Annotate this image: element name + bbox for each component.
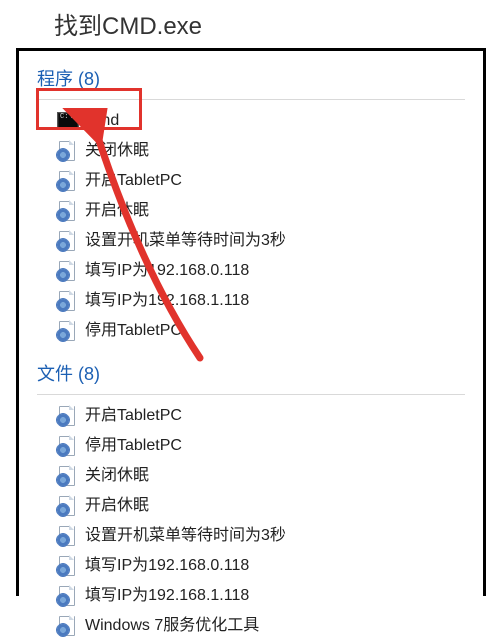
search-results-window: 程序 (8) cmd 关闭休眠 开启TabletPC 开启休眠 设置开机菜单等待…: [16, 48, 486, 596]
settings-file-icon: [57, 141, 75, 161]
settings-file-icon: [57, 496, 75, 516]
result-item[interactable]: 开启休眠: [19, 196, 483, 226]
result-label: 设置开机菜单等待时间为3秒: [85, 230, 286, 252]
result-item[interactable]: 开启TabletPC: [19, 401, 483, 431]
settings-file-icon: [57, 616, 75, 636]
result-item[interactable]: 设置开机菜单等待时间为3秒: [19, 226, 483, 256]
result-label: 开启休眠: [85, 495, 149, 517]
result-label: 停用TabletPC: [85, 320, 182, 342]
result-label: 填写IP为192.168.1.118: [85, 585, 249, 607]
section-header-files: 文件 (8): [19, 346, 483, 392]
settings-file-icon: [57, 321, 75, 341]
result-label: 设置开机菜单等待时间为3秒: [85, 525, 286, 547]
result-item[interactable]: 填写IP为192.168.1.118: [19, 286, 483, 316]
instruction-caption: 找到CMD.exe: [0, 0, 500, 51]
result-item[interactable]: Windows 7服务优化工具: [19, 611, 483, 641]
result-label: 开启休眠: [85, 200, 149, 222]
settings-file-icon: [57, 201, 75, 221]
result-label: 填写IP为192.168.0.118: [85, 260, 249, 282]
result-label: 关闭休眠: [85, 140, 149, 162]
settings-file-icon: [57, 291, 75, 311]
result-label: Windows 7服务优化工具: [85, 615, 259, 637]
settings-file-icon: [57, 556, 75, 576]
result-item[interactable]: 设置开机菜单等待时间为3秒: [19, 521, 483, 551]
settings-file-icon: [57, 406, 75, 426]
result-item[interactable]: 填写IP为192.168.0.118: [19, 551, 483, 581]
settings-file-icon: [57, 586, 75, 606]
result-label: 停用TabletPC: [85, 435, 182, 457]
result-item[interactable]: 开启休眠: [19, 491, 483, 521]
result-label: cmd: [89, 110, 119, 132]
result-label: 关闭休眠: [85, 465, 149, 487]
result-item[interactable]: 填写IP为192.168.1.118: [19, 581, 483, 611]
result-item-cmd[interactable]: cmd: [19, 106, 483, 136]
section-header-programs: 程序 (8): [19, 57, 483, 97]
settings-file-icon: [57, 526, 75, 546]
settings-file-icon: [57, 171, 75, 191]
settings-file-icon: [57, 466, 75, 486]
divider: [37, 99, 465, 100]
result-label: 填写IP为192.168.1.118: [85, 290, 249, 312]
result-item[interactable]: 关闭休眠: [19, 461, 483, 491]
result-label: 开启TabletPC: [85, 170, 182, 192]
result-label: 开启TabletPC: [85, 405, 182, 427]
result-item[interactable]: 开启TabletPC: [19, 166, 483, 196]
result-item[interactable]: 关闭休眠: [19, 136, 483, 166]
result-item[interactable]: 填写IP为192.168.0.118: [19, 256, 483, 286]
divider: [37, 394, 465, 395]
cmd-icon: [57, 112, 79, 130]
settings-file-icon: [57, 436, 75, 456]
result-item[interactable]: 停用TabletPC: [19, 431, 483, 461]
settings-file-icon: [57, 231, 75, 251]
result-label: 填写IP为192.168.0.118: [85, 555, 249, 577]
result-item[interactable]: 停用TabletPC: [19, 316, 483, 346]
settings-file-icon: [57, 261, 75, 281]
